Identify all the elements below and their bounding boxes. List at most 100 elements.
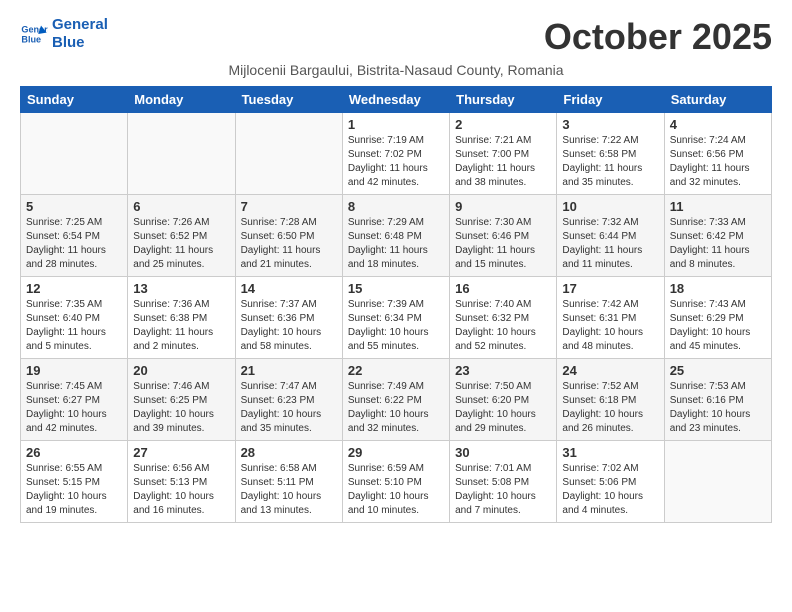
day-number: 12 <box>26 281 122 296</box>
day-number: 10 <box>562 199 658 214</box>
day-info: Sunrise: 7:01 AMSunset: 5:08 PMDaylight:… <box>455 462 551 518</box>
calendar-week-row: 1 Sunrise: 7:19 AMSunset: 7:02 PMDaylight… <box>21 113 772 195</box>
table-row: 29Sunrise: 6:59 AMSunset: 5:10 PMDayligh… <box>342 441 449 523</box>
day-info: Sunrise: 7:33 AMSunset: 6:42 PMDaylight:… <box>670 216 766 272</box>
col-thursday: Thursday <box>450 87 557 113</box>
day-info: Sunrise: 7:35 AMSunset: 6:40 PMDaylight:… <box>26 298 122 354</box>
day-number: 27 <box>133 445 229 460</box>
day-number: 2 <box>455 117 551 132</box>
day-number: 23 <box>455 363 551 378</box>
day-info: Sunrise: 7:37 AMSunset: 6:36 PMDaylight:… <box>241 298 337 354</box>
table-row: 14 Sunrise: 7:37 AMSunset: 6:36 PMDayligh… <box>235 277 342 359</box>
table-row <box>128 113 235 195</box>
day-number: 1 <box>348 117 444 132</box>
col-friday: Friday <box>557 87 664 113</box>
svg-text:Blue: Blue <box>21 34 41 44</box>
table-row: 17Sunrise: 7:42 AMSunset: 6:31 PMDayligh… <box>557 277 664 359</box>
day-info: Sunrise: 7:53 AMSunset: 6:16 PMDaylight:… <box>670 380 766 436</box>
table-row: 26 Sunrise: 6:55 AMSunset: 5:15 PMDayligh… <box>21 441 128 523</box>
logo: General Blue General Blue <box>20 16 108 52</box>
day-info: Sunrise: 7:50 AMSunset: 6:20 PMDaylight:… <box>455 380 551 436</box>
day-number: 11 <box>670 199 766 214</box>
day-number: 18 <box>670 281 766 296</box>
day-number: 8 <box>348 199 444 214</box>
day-number: 14 <box>241 281 337 296</box>
day-info: Sunrise: 7:40 AMSunset: 6:32 PMDaylight:… <box>455 298 551 354</box>
day-number: 13 <box>133 281 229 296</box>
day-info: Sunrise: 7:45 AMSunset: 6:27 PMDaylight:… <box>26 380 122 436</box>
table-row: 24 Sunrise: 7:52 AMSunset: 6:18 PMDayligh… <box>557 359 664 441</box>
table-row: 18 Sunrise: 7:43 AMSunset: 6:29 PMDayligh… <box>664 277 771 359</box>
logo-line2: Blue <box>52 34 108 52</box>
day-info: Sunrise: 7:43 AMSunset: 6:29 PMDaylight:… <box>670 298 766 354</box>
table-row: 28 Sunrise: 6:58 AMSunset: 5:11 PMDayligh… <box>235 441 342 523</box>
calendar-week-row: 5 Sunrise: 7:25 AMSunset: 6:54 PMDaylight… <box>21 195 772 277</box>
day-info: Sunrise: 7:26 AMSunset: 6:52 PMDaylight:… <box>133 216 229 272</box>
table-row: 2 Sunrise: 7:21 AMSunset: 7:00 PMDaylight… <box>450 113 557 195</box>
table-row: 1 Sunrise: 7:19 AMSunset: 7:02 PMDaylight… <box>342 113 449 195</box>
day-number: 25 <box>670 363 766 378</box>
calendar-week-row: 19 Sunrise: 7:45 AMSunset: 6:27 PMDayligh… <box>21 359 772 441</box>
page: General Blue General Blue October 2025 M… <box>0 0 792 539</box>
table-row: 7 Sunrise: 7:28 AMSunset: 6:50 PMDaylight… <box>235 195 342 277</box>
table-row: 25 Sunrise: 7:53 AMSunset: 6:16 PMDayligh… <box>664 359 771 441</box>
day-info: Sunrise: 7:19 AMSunset: 7:02 PMDaylight:… <box>348 134 444 190</box>
day-info: Sunrise: 7:32 AMSunset: 6:44 PMDaylight:… <box>562 216 658 272</box>
col-tuesday: Tuesday <box>235 87 342 113</box>
month-title: October 2025 <box>544 16 772 58</box>
day-info: Sunrise: 7:28 AMSunset: 6:50 PMDaylight:… <box>241 216 337 272</box>
day-number: 15 <box>348 281 444 296</box>
day-info: Sunrise: 7:47 AMSunset: 6:23 PMDaylight:… <box>241 380 337 436</box>
table-row: 3Sunrise: 7:22 AMSunset: 6:58 PMDaylight… <box>557 113 664 195</box>
table-row: 20 Sunrise: 7:46 AMSunset: 6:25 PMDayligh… <box>128 359 235 441</box>
table-row: 13 Sunrise: 7:36 AMSunset: 6:38 PMDayligh… <box>128 277 235 359</box>
table-row: 15 Sunrise: 7:39 AMSunset: 6:34 PMDayligh… <box>342 277 449 359</box>
col-saturday: Saturday <box>664 87 771 113</box>
table-row: 23 Sunrise: 7:50 AMSunset: 6:20 PMDayligh… <box>450 359 557 441</box>
table-row <box>235 113 342 195</box>
table-row: 27 Sunrise: 6:56 AMSunset: 5:13 PMDayligh… <box>128 441 235 523</box>
table-row: 4Sunrise: 7:24 AMSunset: 6:56 PMDaylight… <box>664 113 771 195</box>
day-info: Sunrise: 6:56 AMSunset: 5:13 PMDaylight:… <box>133 462 229 518</box>
day-number: 5 <box>26 199 122 214</box>
table-row <box>664 441 771 523</box>
day-info: Sunrise: 7:25 AMSunset: 6:54 PMDaylight:… <box>26 216 122 272</box>
calendar-header-row: Sunday Monday Tuesday Wednesday Thursday… <box>21 87 772 113</box>
day-info: Sunrise: 6:59 AMSunset: 5:10 PMDaylight:… <box>348 462 444 518</box>
day-number: 7 <box>241 199 337 214</box>
calendar-week-row: 26 Sunrise: 6:55 AMSunset: 5:15 PMDayligh… <box>21 441 772 523</box>
day-number: 30 <box>455 445 551 460</box>
col-sunday: Sunday <box>21 87 128 113</box>
day-number: 19 <box>26 363 122 378</box>
logo-icon: General Blue <box>20 20 48 48</box>
day-info: Sunrise: 7:49 AMSunset: 6:22 PMDaylight:… <box>348 380 444 436</box>
table-row: 10 Sunrise: 7:32 AMSunset: 6:44 PMDayligh… <box>557 195 664 277</box>
day-number: 24 <box>562 363 658 378</box>
day-info: Sunrise: 7:22 AMSunset: 6:58 PMDaylight:… <box>562 134 658 190</box>
subtitle: Mijlocenii Bargaului, Bistrita-Nasaud Co… <box>20 62 772 78</box>
table-row: 8 Sunrise: 7:29 AMSunset: 6:48 PMDaylight… <box>342 195 449 277</box>
logo-line1: General <box>52 16 108 34</box>
day-info: Sunrise: 7:46 AMSunset: 6:25 PMDaylight:… <box>133 380 229 436</box>
day-info: Sunrise: 7:36 AMSunset: 6:38 PMDaylight:… <box>133 298 229 354</box>
day-number: 6 <box>133 199 229 214</box>
day-number: 20 <box>133 363 229 378</box>
col-wednesday: Wednesday <box>342 87 449 113</box>
day-info: Sunrise: 6:55 AMSunset: 5:15 PMDaylight:… <box>26 462 122 518</box>
day-info: Sunrise: 7:39 AMSunset: 6:34 PMDaylight:… <box>348 298 444 354</box>
day-info: Sunrise: 7:29 AMSunset: 6:48 PMDaylight:… <box>348 216 444 272</box>
table-row: 11 Sunrise: 7:33 AMSunset: 6:42 PMDayligh… <box>664 195 771 277</box>
day-info: Sunrise: 6:58 AMSunset: 5:11 PMDaylight:… <box>241 462 337 518</box>
day-number: 26 <box>26 445 122 460</box>
day-number: 28 <box>241 445 337 460</box>
calendar-week-row: 12 Sunrise: 7:35 AMSunset: 6:40 PMDayligh… <box>21 277 772 359</box>
table-row: 21Sunrise: 7:47 AMSunset: 6:23 PMDayligh… <box>235 359 342 441</box>
table-row: 22Sunrise: 7:49 AMSunset: 6:22 PMDayligh… <box>342 359 449 441</box>
day-info: Sunrise: 7:52 AMSunset: 6:18 PMDaylight:… <box>562 380 658 436</box>
table-row: 5 Sunrise: 7:25 AMSunset: 6:54 PMDaylight… <box>21 195 128 277</box>
day-info: Sunrise: 7:02 AMSunset: 5:06 PMDaylight:… <box>562 462 658 518</box>
day-info: Sunrise: 7:30 AMSunset: 6:46 PMDaylight:… <box>455 216 551 272</box>
day-info: Sunrise: 7:21 AMSunset: 7:00 PMDaylight:… <box>455 134 551 190</box>
header: General Blue General Blue October 2025 <box>20 16 772 58</box>
table-row: 31Sunrise: 7:02 AMSunset: 5:06 PMDayligh… <box>557 441 664 523</box>
